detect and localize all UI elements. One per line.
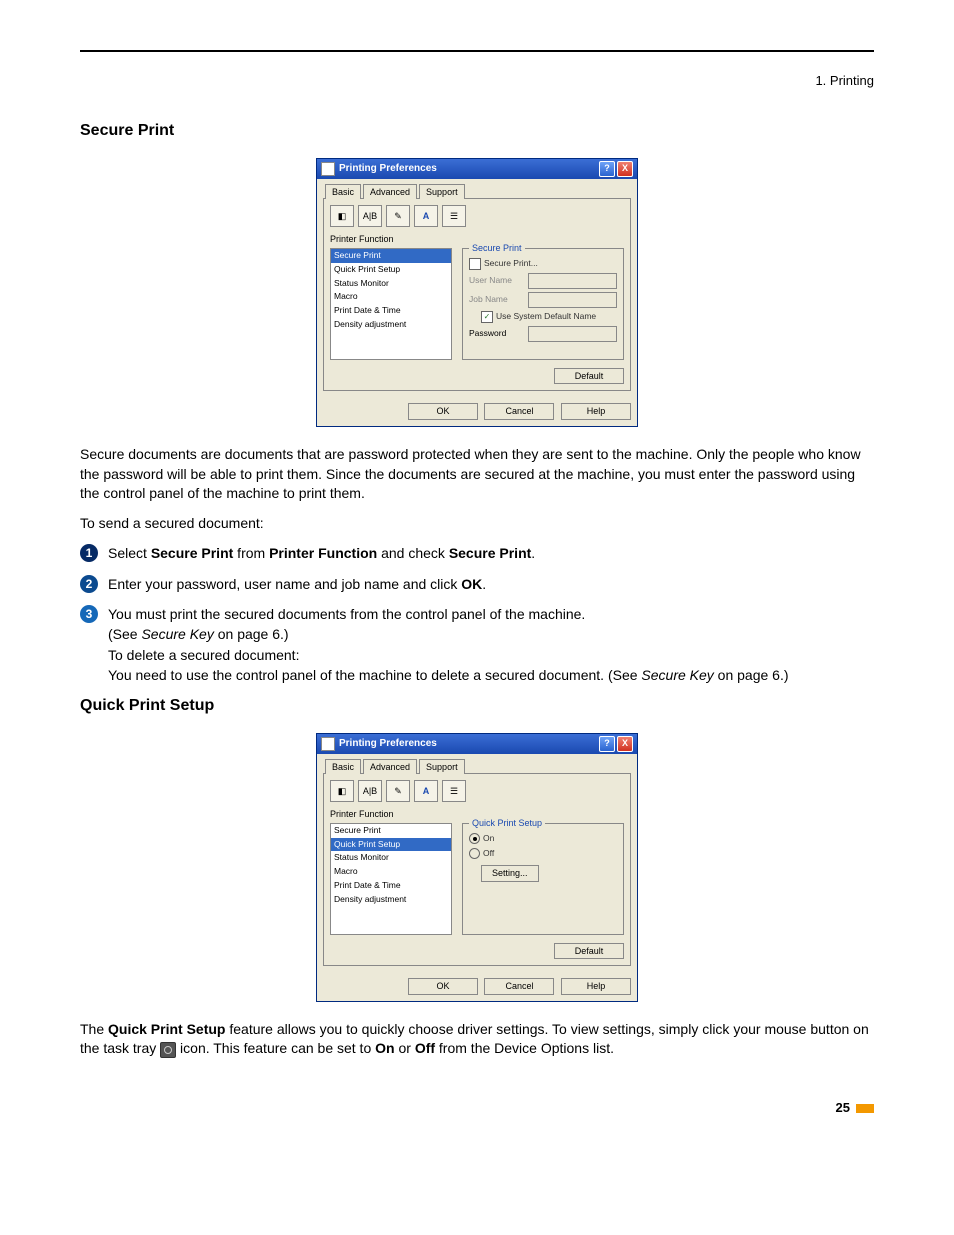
password-label: Password <box>469 328 524 340</box>
step-badge-2: 2 <box>80 575 98 593</box>
section-title-secure-print: Secure Print <box>80 120 874 142</box>
on-radio[interactable] <box>469 833 480 844</box>
toolbar-icon-3[interactable]: ✎ <box>386 780 410 802</box>
ok-button[interactable]: OK <box>408 978 478 995</box>
password-field[interactable] <box>528 326 617 342</box>
secure-print-checkbox[interactable] <box>469 258 481 270</box>
window-icon <box>321 162 335 176</box>
toolbar-icon-2[interactable]: A|B <box>358 205 382 227</box>
default-button[interactable]: Default <box>554 368 624 385</box>
step-2: 2 Enter your password, user name and job… <box>80 574 874 594</box>
list-item[interactable]: Secure Print <box>331 249 451 263</box>
default-button[interactable]: Default <box>554 943 624 960</box>
step-badge-1: 1 <box>80 544 98 562</box>
quick-print-paragraph: The Quick Print Setup feature allows you… <box>80 1020 874 1059</box>
close-icon[interactable]: X <box>617 161 633 177</box>
tab-basic[interactable]: Basic <box>325 184 361 200</box>
user-name-label: User Name <box>469 275 524 287</box>
list-item[interactable]: Macro <box>331 865 451 879</box>
toolbar-icon-5[interactable]: ☰ <box>442 780 466 802</box>
list-item[interactable]: Secure Print <box>331 824 451 838</box>
list-item[interactable]: Quick Print Setup <box>331 838 451 852</box>
user-name-field[interactable] <box>528 273 617 289</box>
group-title: Quick Print Setup <box>469 817 545 830</box>
off-radio[interactable] <box>469 848 480 859</box>
setting-button[interactable]: Setting... <box>481 865 539 882</box>
tab-support[interactable]: Support <box>419 759 465 775</box>
titlebar: Printing Preferences ? X <box>317 734 637 754</box>
tab-support[interactable]: Support <box>419 184 465 200</box>
toolbar-icon-4[interactable]: A <box>414 205 438 227</box>
help-icon[interactable]: ? <box>599 736 615 752</box>
dialog-printing-preferences: Printing Preferences ? X Basic Advanced … <box>316 158 638 427</box>
cancel-button[interactable]: Cancel <box>484 403 554 420</box>
dialog-title: Printing Preferences <box>339 162 437 176</box>
toolbar-icon-1[interactable]: ◧ <box>330 205 354 227</box>
list-item[interactable]: Print Date & Time <box>331 879 451 893</box>
quick-print-setup-group: Quick Print Setup On Off Setting... <box>462 823 624 935</box>
list-item[interactable]: Quick Print Setup <box>331 263 451 277</box>
toolbar-icon-2[interactable]: A|B <box>358 780 382 802</box>
secure-intro-paragraph: Secure documents are documents that are … <box>80 445 874 504</box>
step-badge-3: 3 <box>80 605 98 623</box>
toolbar-icon-5[interactable]: ☰ <box>442 205 466 227</box>
list-item[interactable]: Status Monitor <box>331 851 451 865</box>
printer-function-list[interactable]: Secure Print Quick Print Setup Status Mo… <box>330 823 452 935</box>
list-item[interactable]: Density adjustment <box>331 893 451 907</box>
breadcrumb: 1. Printing <box>80 72 874 90</box>
use-system-default-label: Use System Default Name <box>496 311 596 323</box>
list-item[interactable]: Status Monitor <box>331 277 451 291</box>
list-item[interactable]: Density adjustment <box>331 318 451 332</box>
page-number: 25 <box>80 1099 874 1117</box>
group-title: Secure Print <box>469 242 525 255</box>
dialog-printing-preferences-2: Printing Preferences ? X Basic Advanced … <box>316 733 638 1002</box>
step-1: 1 Select Secure Print from Printer Funct… <box>80 543 874 563</box>
tab-advanced[interactable]: Advanced <box>363 184 417 200</box>
ok-button[interactable]: OK <box>408 403 478 420</box>
list-item[interactable]: Print Date & Time <box>331 304 451 318</box>
off-label: Off <box>483 848 494 860</box>
secure-print-group: Secure Print Secure Print... User Name J… <box>462 248 624 360</box>
help-button[interactable]: Help <box>561 978 631 995</box>
secure-print-checkbox-label: Secure Print... <box>484 258 538 270</box>
step-3: 3 You must print the secured documents f… <box>80 604 874 685</box>
toolbar-icon-4[interactable]: A <box>414 780 438 802</box>
page-accent-bar <box>856 1104 874 1113</box>
help-icon[interactable]: ? <box>599 161 615 177</box>
tab-advanced[interactable]: Advanced <box>363 759 417 775</box>
help-button[interactable]: Help <box>561 403 631 420</box>
toolbar-icon-3[interactable]: ✎ <box>386 205 410 227</box>
use-system-default-checkbox[interactable]: ✓ <box>481 311 493 323</box>
cancel-button[interactable]: Cancel <box>484 978 554 995</box>
printer-function-list[interactable]: Secure Print Quick Print Setup Status Mo… <box>330 248 452 360</box>
tab-basic[interactable]: Basic <box>325 759 361 775</box>
to-send-line: To send a secured document: <box>80 514 874 534</box>
job-name-field[interactable] <box>528 292 617 308</box>
job-name-label: Job Name <box>469 294 524 306</box>
titlebar: Printing Preferences ? X <box>317 159 637 179</box>
on-label: On <box>483 833 494 845</box>
close-icon[interactable]: X <box>617 736 633 752</box>
dialog-title: Printing Preferences <box>339 737 437 751</box>
toolbar-icon-1[interactable]: ◧ <box>330 780 354 802</box>
window-icon <box>321 737 335 751</box>
list-item[interactable]: Macro <box>331 290 451 304</box>
task-tray-icon <box>160 1042 176 1058</box>
section-title-quick-print-setup: Quick Print Setup <box>80 695 874 717</box>
